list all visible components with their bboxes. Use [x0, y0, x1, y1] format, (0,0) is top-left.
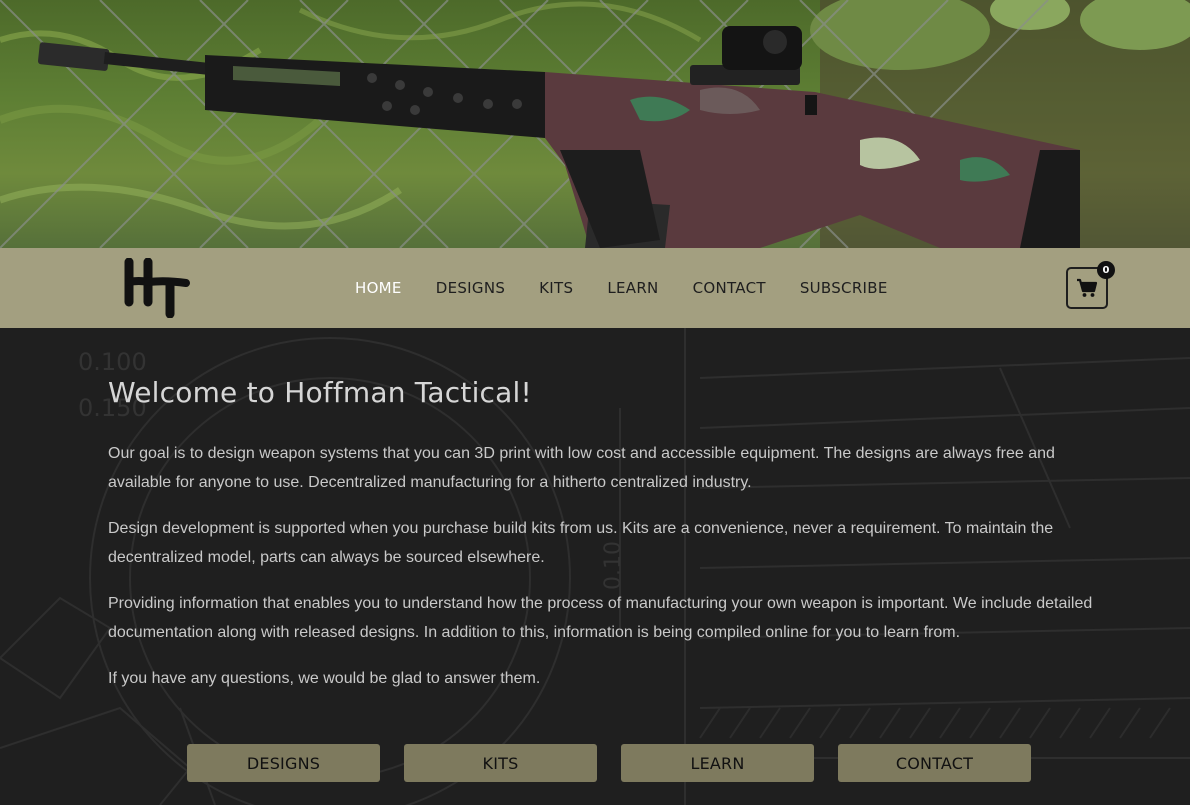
welcome-section: Welcome to Hoffman Tactical! Our goal is…: [108, 376, 1118, 710]
nav-home[interactable]: HOME: [355, 279, 402, 297]
page-title: Welcome to Hoffman Tactical!: [108, 376, 532, 409]
cart-button[interactable]: 0: [1066, 261, 1115, 309]
nav-subscribe[interactable]: SUBSCRIBE: [800, 279, 888, 297]
nav-designs[interactable]: DESIGNS: [436, 279, 505, 297]
learn-button[interactable]: LEARN: [621, 744, 814, 782]
contact-button[interactable]: CONTACT: [838, 744, 1031, 782]
main-nav: HOME DESIGNS KITS LEARN CONTACT SUBSCRIB…: [355, 248, 922, 328]
rifle-photo: [0, 0, 1190, 248]
kits-button[interactable]: KITS: [404, 744, 597, 782]
logo-mark: [124, 257, 190, 319]
nav-kits[interactable]: KITS: [539, 279, 573, 297]
nav-learn[interactable]: LEARN: [607, 279, 658, 297]
nav-contact[interactable]: CONTACT: [693, 279, 766, 297]
hero-image: [0, 0, 1190, 248]
shopping-cart-icon: [1077, 278, 1098, 297]
blueprint-label-1: 0.100: [78, 348, 147, 376]
site-header: HOME DESIGNS KITS LEARN CONTACT SUBSCRIB…: [0, 248, 1190, 328]
cta-button-row: DESIGNS KITS LEARN CONTACT: [187, 744, 1031, 782]
intro-paragraph-3: Providing information that enables you t…: [108, 595, 1093, 641]
intro-paragraph-1: Our goal is to design weapon systems tha…: [108, 445, 1055, 491]
main-content: 0.100 0.150 0.10 Welcome to Hoffman Tact…: [0, 328, 1190, 805]
designs-button[interactable]: DESIGNS: [187, 744, 380, 782]
intro-paragraph-2: Design development is supported when you…: [108, 520, 1054, 566]
cart-count-badge: 0: [1097, 261, 1115, 279]
intro-paragraph-4: If you have any questions, we would be g…: [108, 670, 541, 687]
hoffman-tactical-logo[interactable]: [124, 257, 194, 319]
